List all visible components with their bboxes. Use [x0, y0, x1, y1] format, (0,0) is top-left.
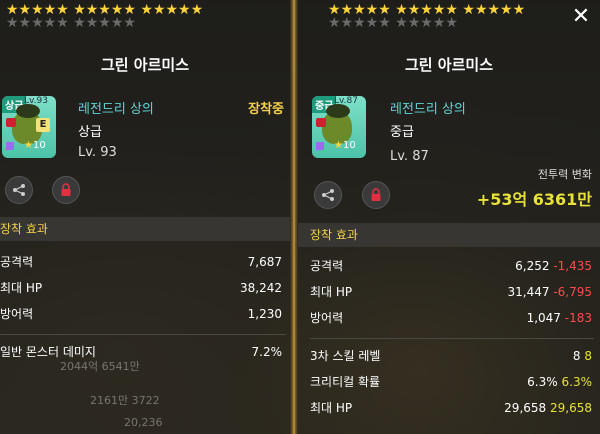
item-grade: 중급 [390, 125, 414, 140]
rarity-square [316, 142, 324, 150]
stat-bonus: 8 [584, 349, 592, 363]
stat-row-defense: 방어력 1,230 [0, 307, 282, 321]
equipped-status: 장착중 [248, 102, 284, 117]
section-header-equip-effect: 장착 효과 [0, 217, 290, 241]
lock-icon [6, 118, 16, 127]
compared-item-panel: ★★★★★ ★★★★★ ★★★★★ ★★★★★ ★★★★★ ✕ 그린 아르미스 … [298, 0, 600, 434]
share-icon [322, 189, 334, 201]
star-force-rating: ★★★★★ ★★★★★ ★★★★★ ★★★★★ ★★★★★ [328, 2, 525, 31]
close-button[interactable]: ✕ [570, 6, 592, 28]
equipped-badge: E [36, 118, 50, 132]
star-force-rating: ★★★★★ ★★★★★ ★★★★★ ★★★★★ ★★★★★ [6, 2, 203, 31]
rarity-square [6, 142, 14, 150]
item-grade: 상급 [78, 125, 102, 140]
stat-row-max-hp-bonus: 최대 HP 29,658 29,658 [310, 401, 592, 415]
lock-button[interactable] [52, 176, 80, 204]
star-icon: ★ [24, 140, 33, 151]
armor-sprite [322, 104, 352, 144]
item-name: 레전드리 상의 [390, 102, 466, 117]
divider [310, 338, 594, 339]
lock-icon [371, 188, 381, 201]
item-icon: 상급 Lv.93 E ★10 [2, 96, 56, 158]
section-header-equip-effect: 장착 효과 [298, 223, 600, 247]
stat-diff: -6,795 [553, 285, 592, 299]
panel-divider [290, 0, 298, 434]
star-count: ★10 [334, 140, 356, 151]
power-change-value: +53억 6361만 [476, 190, 592, 209]
item-name: 레전드리 상의 [78, 102, 154, 117]
stat-diff: -183 [564, 311, 592, 325]
background-text: 20,236 [124, 416, 163, 429]
stat-bonus: 29,658 [550, 401, 592, 415]
lock-button[interactable] [362, 181, 390, 209]
share-button[interactable] [314, 181, 342, 209]
background-text: 2044억 6541만 [60, 360, 140, 373]
stat-row-monster-damage: 일반 몬스터 데미지 7.2% [0, 345, 282, 359]
background-text: 2161만 3722 [90, 394, 160, 407]
lock-icon [316, 118, 326, 127]
star-count: ★10 [24, 140, 46, 151]
stat-row-max-hp: 최대 HP 31,447 -6,795 [310, 285, 592, 299]
lock-icon [61, 183, 71, 196]
close-icon: ✕ [571, 4, 591, 29]
stat-row-attack: 공격력 7,687 [0, 255, 282, 269]
item-title: 그린 아르미스 [404, 56, 494, 74]
stat-row-max-hp: 최대 HP 38,242 [0, 281, 282, 295]
stat-row-attack: 공격력 6,252 -1,435 [310, 259, 592, 273]
item-icon: 중급 Lv.87 ★10 [312, 96, 366, 158]
stat-row-defense: 방어력 1,047 -183 [310, 311, 592, 325]
star-icon: ★ [334, 140, 343, 151]
stat-row-crit-rate: 크리티컬 확률 6.3% 6.3% [310, 375, 593, 389]
item-title: 그린 아르미스 [100, 56, 190, 74]
stat-row-skill-level: 3차 스킬 레벨 8 8 [310, 349, 592, 363]
item-level: Lv. 93 [78, 145, 117, 160]
share-icon [13, 184, 25, 196]
stat-diff: -1,435 [553, 259, 592, 273]
stat-bonus: 6.3% [561, 375, 593, 389]
power-change-label: 전투력 변화 [537, 168, 592, 181]
share-button[interactable] [5, 176, 33, 204]
equipped-item-panel: ★★★★★ ★★★★★ ★★★★★ ★★★★★ ★★★★★ 그린 아르미스 상급… [0, 0, 290, 434]
item-level: Lv. 87 [390, 149, 429, 164]
divider [0, 334, 286, 335]
